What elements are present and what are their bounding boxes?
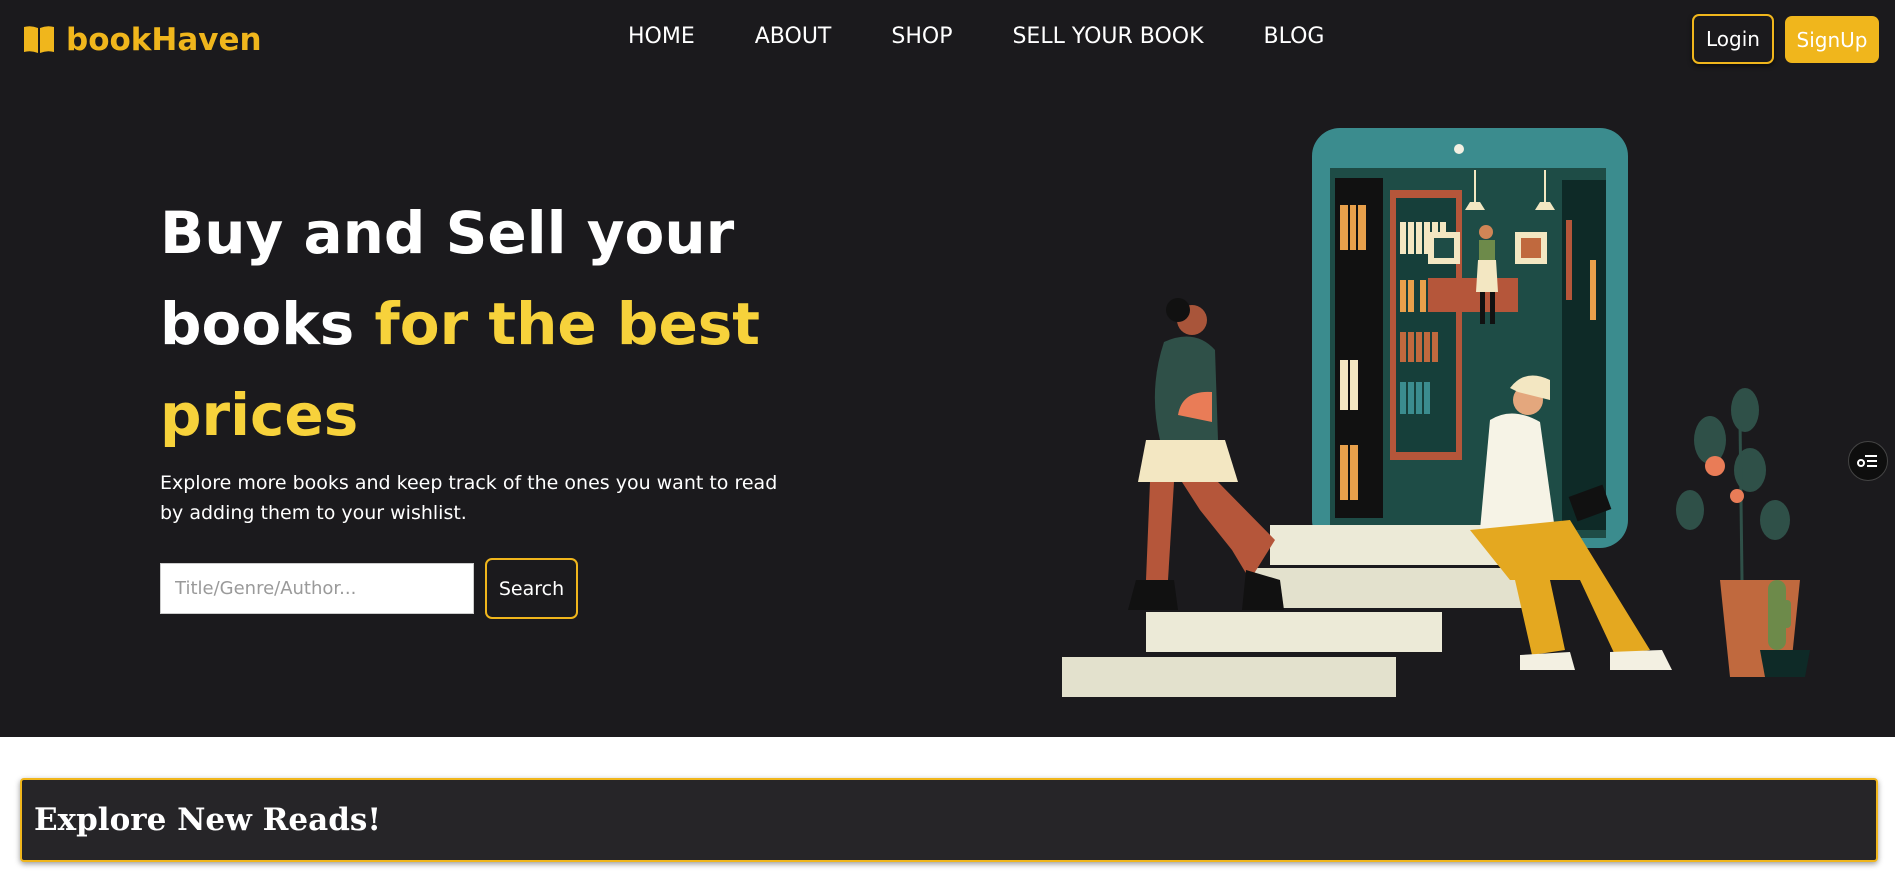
hero-illustration [950, 110, 1880, 737]
logo[interactable]: bookHaven [22, 22, 262, 58]
hero-subtitle: Explore more books and keep track of the… [160, 472, 778, 524]
nav-about[interactable]: ABOUT [755, 24, 832, 49]
search-input[interactable] [160, 563, 474, 614]
nav-shop[interactable]: SHOP [891, 24, 952, 49]
explore-banner: Explore New Reads! [20, 778, 1878, 862]
brand-name: bookHaven [66, 22, 262, 58]
nav-sell-your-book[interactable]: SELL YOUR BOOK [1012, 24, 1203, 49]
explore-title: Explore New Reads! [34, 802, 381, 838]
main-nav: HOME ABOUT SHOP SELL YOUR BOOK BLOG [628, 24, 1324, 49]
hero-headline: Buy and Sell your books for the best pri… [160, 188, 800, 461]
login-button[interactable]: Login [1692, 14, 1774, 64]
list-settings-glyph [1857, 455, 1877, 467]
list-settings-icon[interactable] [1848, 441, 1888, 481]
open-book-icon [24, 26, 54, 53]
nav-blog[interactable]: BLOG [1264, 24, 1325, 49]
nav-home[interactable]: HOME [628, 24, 695, 49]
signup-button[interactable]: SignUp [1785, 16, 1879, 63]
search-button[interactable]: Search [485, 558, 578, 619]
hero-section: bookHaven HOME ABOUT SHOP SELL YOUR BOOK… [0, 0, 1895, 737]
